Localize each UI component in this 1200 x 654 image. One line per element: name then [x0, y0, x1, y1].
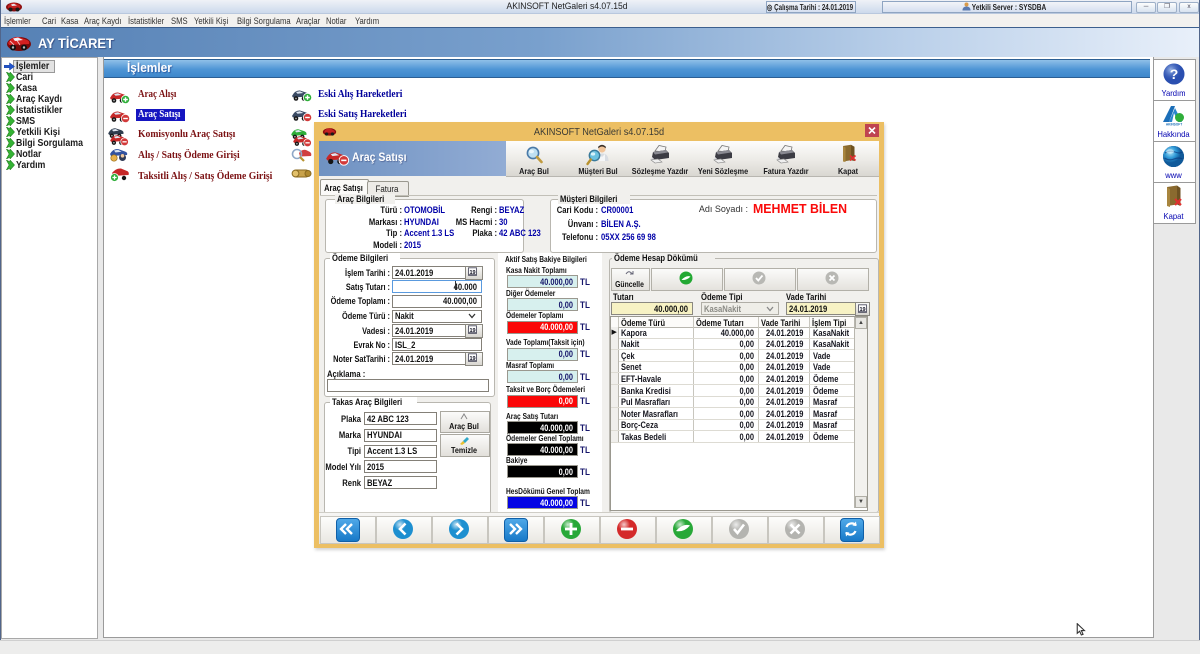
svg-text:AKINSOFT: AKINSOFT: [1166, 123, 1182, 127]
svg-text:?: ?: [1170, 66, 1179, 82]
